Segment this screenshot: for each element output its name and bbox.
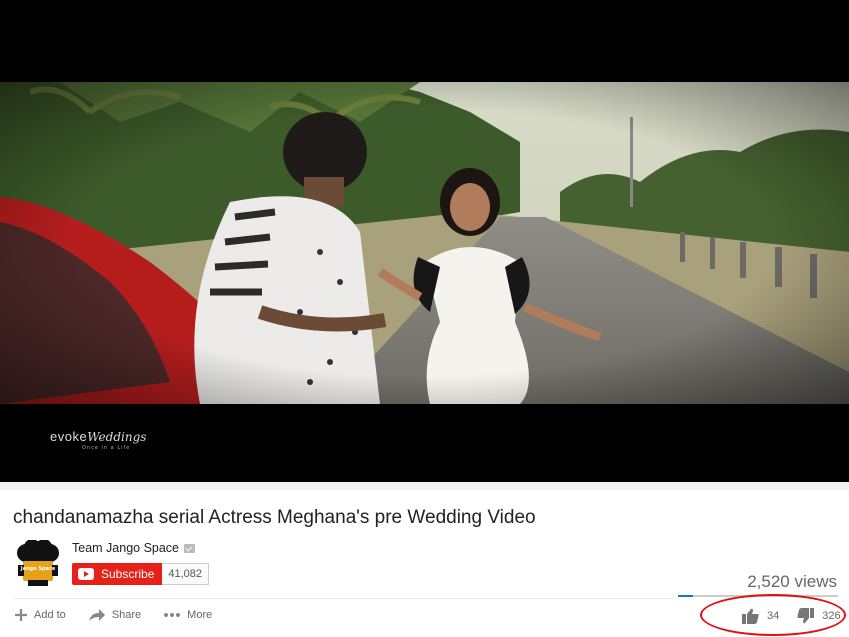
more-dots-icon (164, 613, 181, 617)
add-to-button[interactable]: Add to (14, 608, 66, 622)
watermark-brand: evoke (50, 429, 88, 444)
like-ratio-fill (678, 595, 694, 597)
watermark-script: Weddings (87, 430, 147, 444)
action-bar: Add to Share More (14, 608, 212, 622)
video-frame[interactable] (0, 82, 849, 404)
subscriber-count: 41,082 (162, 563, 210, 585)
red-annotation-circle (700, 594, 846, 636)
verified-icon (184, 543, 196, 553)
separator (0, 482, 849, 490)
subscribe-control[interactable]: Subscribe 41,082 (72, 563, 210, 585)
more-label: More (187, 609, 213, 621)
plus-icon (15, 609, 27, 621)
subscribe-label: Subscribe (101, 567, 155, 581)
channel-avatar[interactable]: Jango Space (14, 540, 62, 588)
actions-divider (14, 598, 674, 599)
watermark-tagline: Once in a Life (82, 445, 131, 451)
view-count: 2,520 views (747, 572, 837, 591)
share-button[interactable]: Share (88, 608, 141, 622)
video-title: chandanamazha serial Actress Meghana's p… (13, 507, 536, 528)
avatar-text: Jango Space (20, 566, 56, 572)
share-label: Share (111, 609, 142, 621)
add-to-label: Add to (34, 609, 66, 621)
channel-name[interactable]: Team Jango Space (72, 541, 179, 555)
subscribe-button[interactable]: Subscribe (72, 563, 163, 585)
video-still-image (0, 82, 849, 404)
video-player[interactable]: evokeWeddings Once in a Life (0, 0, 849, 482)
share-arrow-icon (88, 609, 105, 621)
channel-info: Team Jango Space (72, 541, 196, 555)
more-button[interactable]: More (163, 608, 212, 622)
evoke-weddings-watermark: evokeWeddings Once in a Life (50, 428, 146, 451)
youtube-play-icon (78, 568, 94, 580)
